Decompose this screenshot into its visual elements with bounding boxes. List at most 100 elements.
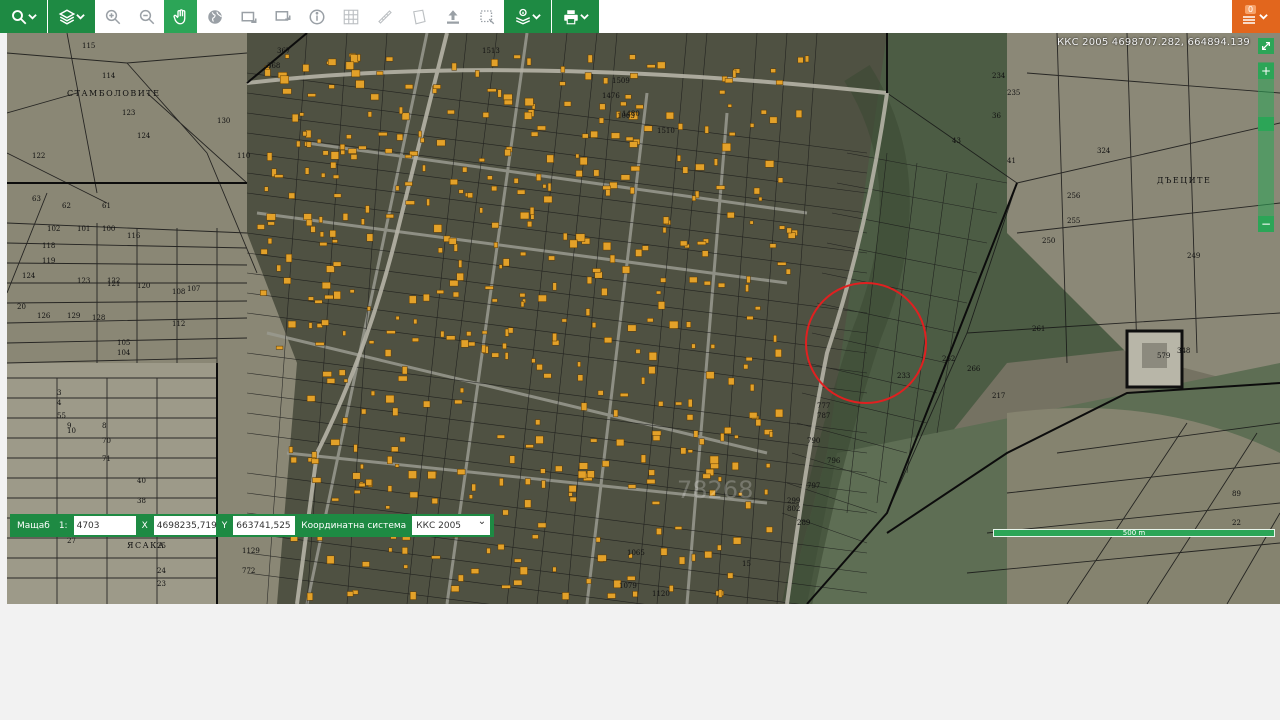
building-footprint xyxy=(543,195,553,203)
building-footprint xyxy=(797,56,804,64)
building-footprint xyxy=(385,505,390,510)
building-footprint xyxy=(291,113,299,123)
building-footprint xyxy=(501,584,511,589)
parcel-number-label: 367 xyxy=(277,47,290,55)
minus-icon: − xyxy=(1260,217,1272,231)
building-footprint xyxy=(513,178,519,184)
building-footprint xyxy=(630,73,638,79)
zoom-slider-thumb[interactable] xyxy=(1258,117,1274,131)
measure-area-button[interactable] xyxy=(402,0,435,33)
building-footprint xyxy=(563,101,572,107)
building-footprint xyxy=(457,468,466,475)
scale-bar-label: 500 m xyxy=(1122,529,1146,537)
building-footprint xyxy=(720,433,725,442)
building-footprint xyxy=(552,333,557,342)
building-footprint xyxy=(520,301,525,308)
zoom-plus-button[interactable]: + xyxy=(1258,63,1274,79)
building-footprint xyxy=(777,177,784,183)
building-footprint xyxy=(709,455,719,465)
zoom-in-button[interactable] xyxy=(96,0,129,33)
building-footprint xyxy=(399,436,406,443)
building-footprint xyxy=(717,544,722,551)
parcel-number-label: 217 xyxy=(992,392,1005,400)
notification-count-badge: 0 xyxy=(1245,5,1257,14)
building-footprint xyxy=(264,68,271,77)
parcel-number-label: 772 xyxy=(242,567,255,575)
zoom-out-button[interactable] xyxy=(130,0,163,33)
building-footprint xyxy=(299,112,305,117)
full-extent-button[interactable] xyxy=(198,0,231,33)
building-footprint xyxy=(322,371,332,377)
scale-prefix: 1: xyxy=(58,520,68,531)
building-footprint xyxy=(342,213,349,221)
parcel-number-label: 43 xyxy=(952,137,961,145)
layer-info-button[interactable] xyxy=(504,0,551,33)
building-footprint xyxy=(333,291,341,300)
building-footprint xyxy=(575,170,583,177)
parcel-number-label: 115 xyxy=(82,42,95,50)
building-footprint xyxy=(705,371,715,380)
building-footprint xyxy=(520,251,527,256)
building-footprint xyxy=(420,137,425,143)
building-footprint xyxy=(662,227,667,234)
building-footprint xyxy=(328,84,335,89)
parcel-number-label: 120 xyxy=(137,282,150,290)
measure-distance-button[interactable] xyxy=(368,0,401,33)
building-footprint xyxy=(765,463,771,468)
building-footprint xyxy=(769,431,773,438)
layers-tool-button[interactable] xyxy=(48,0,95,33)
building-footprint xyxy=(360,463,364,470)
identify-button[interactable] xyxy=(300,0,333,33)
building-footprint xyxy=(487,175,493,180)
previous-extent-button[interactable] xyxy=(232,0,265,33)
fullscreen-button[interactable] xyxy=(1258,38,1274,54)
select-by-area-button[interactable] xyxy=(334,0,367,33)
scale-input[interactable]: 4703 xyxy=(73,516,136,535)
building-footprint xyxy=(718,589,723,598)
building-footprint xyxy=(456,272,464,281)
coordinate-system-select[interactable]: ККС 2005 xyxy=(412,516,491,535)
building-footprint xyxy=(627,484,637,489)
building-footprint xyxy=(627,324,637,332)
building-footprint xyxy=(468,494,473,499)
building-footprint xyxy=(693,430,699,438)
building-footprint xyxy=(343,378,348,383)
zoom-slider[interactable] xyxy=(1258,62,1274,230)
building-footprint xyxy=(607,593,616,599)
parcel-number-label: 802 xyxy=(787,505,800,513)
y-coordinate-input[interactable]: 663741,525 xyxy=(233,516,296,535)
building-footprint xyxy=(466,331,472,337)
parcel-number-label: 787 xyxy=(817,412,830,420)
building-footprint xyxy=(560,66,566,73)
building-footprint xyxy=(321,172,326,178)
building-footprint xyxy=(524,111,533,120)
coordinate-system-label: Координатна система xyxy=(301,520,407,531)
box-select-button[interactable] xyxy=(470,0,503,33)
x-coordinate-input[interactable]: 4698235,719 xyxy=(153,516,217,535)
print-button[interactable] xyxy=(552,0,599,33)
zoom-minus-button[interactable]: − xyxy=(1258,216,1274,232)
building-footprint xyxy=(362,561,370,568)
parcel-number-label: 10 xyxy=(67,427,76,435)
building-footprint xyxy=(687,449,693,453)
building-footprint xyxy=(478,158,485,162)
notifications-button[interactable]: 0 xyxy=(1232,0,1280,33)
building-footprint xyxy=(579,462,588,470)
upload-button[interactable] xyxy=(436,0,469,33)
parcel-number-label: 126 xyxy=(37,312,51,320)
building-footprint xyxy=(651,501,660,505)
search-tool-button[interactable] xyxy=(0,0,47,33)
building-footprint xyxy=(357,54,361,62)
parcel-number-label: 41 xyxy=(1007,157,1016,165)
parcel-number-label: 777 xyxy=(817,402,830,410)
building-footprint xyxy=(496,434,505,439)
building-footprint xyxy=(591,322,597,328)
building-footprint xyxy=(613,409,619,418)
building-footprint xyxy=(536,364,543,371)
pan-button[interactable] xyxy=(164,0,197,33)
building-footprint xyxy=(765,526,773,533)
building-footprint xyxy=(433,84,441,89)
building-footprint xyxy=(346,591,354,597)
building-footprint xyxy=(687,398,693,408)
next-extent-button[interactable] xyxy=(266,0,299,33)
